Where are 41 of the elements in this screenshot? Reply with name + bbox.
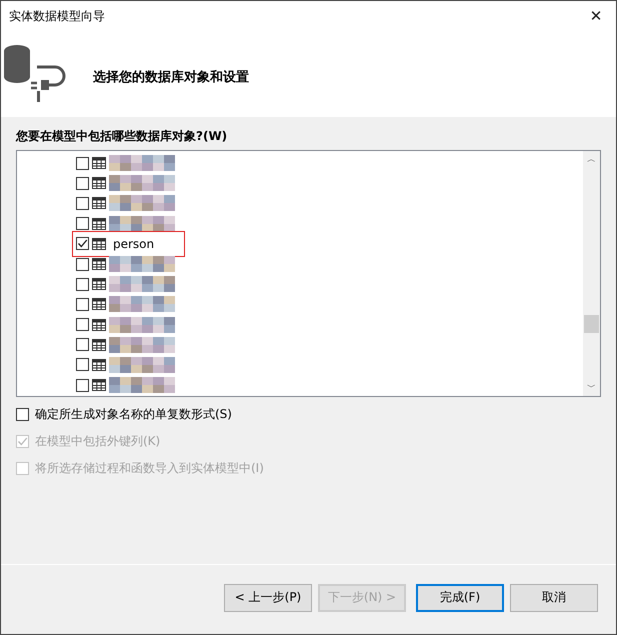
option-label: 在模型中包括外键列(K) — [35, 433, 160, 450]
checkbox[interactable] — [76, 278, 89, 291]
option-label: 将所选存储过程和函数导入到实体模型中(I) — [35, 460, 264, 477]
checkbox[interactable] — [76, 298, 89, 311]
table-icon — [92, 278, 106, 290]
checkbox[interactable] — [76, 217, 89, 230]
option-label: 确定所生成对象名称的单复数形式(S) — [35, 406, 232, 423]
table-icon — [92, 379, 106, 392]
database-plug-icon — [3, 43, 67, 105]
table-icon — [92, 298, 106, 310]
object-list[interactable]: person ︿ ﹀ — [16, 150, 601, 397]
wizard-button[interactable]: 取消 — [510, 584, 598, 612]
close-button[interactable]: ✕ — [576, 1, 616, 31]
checkbox[interactable] — [76, 358, 89, 372]
table-icon — [92, 358, 106, 371]
table-icon — [92, 177, 106, 190]
table-icon — [92, 318, 106, 331]
table-icon — [92, 197, 106, 210]
scrollbar-thumb[interactable] — [584, 315, 599, 333]
checkbox[interactable] — [76, 237, 89, 250]
wizard-button[interactable]: < 上一步(P) — [224, 584, 312, 612]
checkbox[interactable] — [76, 176, 89, 190]
checkbox[interactable] — [16, 408, 29, 421]
table-icon — [92, 157, 106, 170]
checkbox[interactable] — [76, 338, 89, 352]
table-icon — [92, 338, 106, 351]
scroll-up-button[interactable]: ︿ — [587, 151, 596, 168]
checkbox[interactable] — [76, 156, 89, 170]
table-icon — [92, 218, 106, 230]
objects-label: 您要在模型中包括哪些数据库对象?(W) — [16, 128, 228, 145]
checkbox[interactable] — [76, 318, 89, 332]
wizard-button[interactable]: 完成(F) — [416, 584, 504, 612]
checkbox[interactable] — [76, 378, 89, 392]
table-name: person — [113, 236, 154, 251]
window-title: 实体数据模型向导 — [9, 8, 105, 24]
table-icon — [92, 238, 106, 250]
scroll-down-button[interactable]: ﹀ — [587, 379, 596, 396]
checkbox[interactable] — [76, 196, 89, 210]
checkbox[interactable] — [76, 258, 89, 271]
table-icon — [92, 258, 106, 270]
page-heading: 选择您的数据库对象和设置 — [93, 68, 249, 86]
